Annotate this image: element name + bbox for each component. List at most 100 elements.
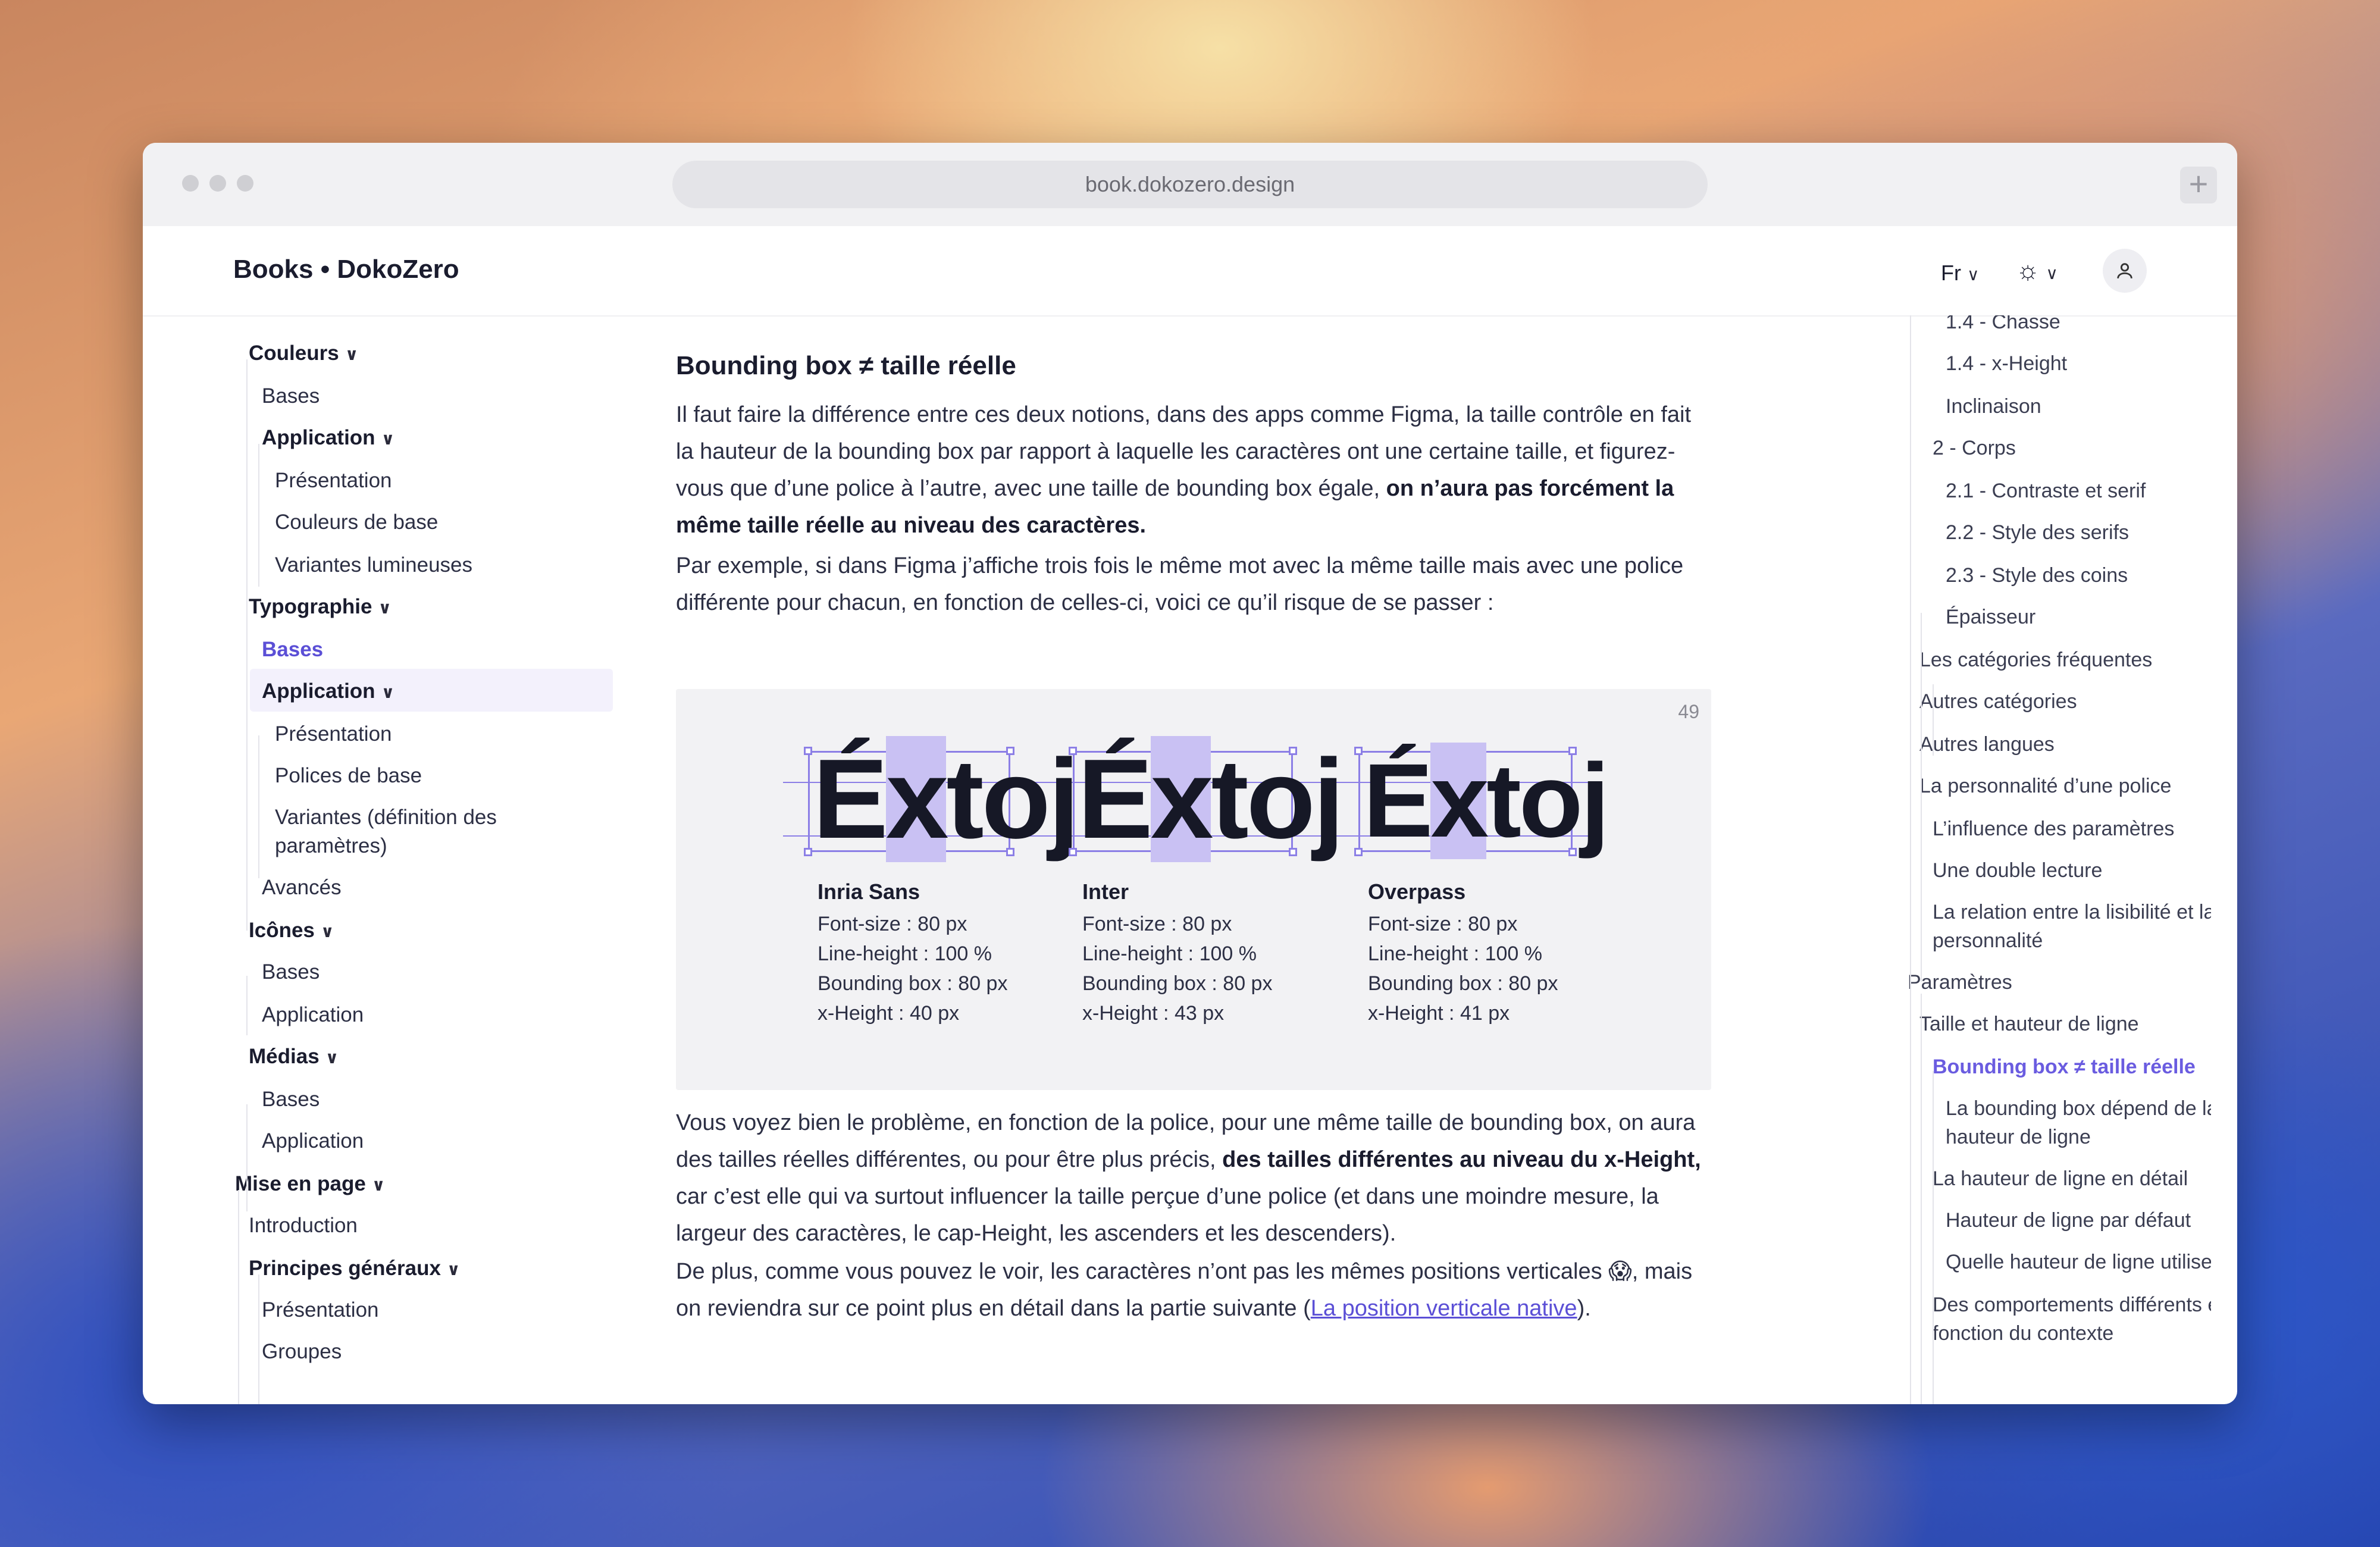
sidebar-item-label: Application — [262, 426, 375, 449]
sidebar-item[interactable]: Couleurs ∨ — [249, 342, 358, 365]
sidebar-item[interactable]: Application ∨ — [262, 679, 394, 703]
toc-item[interactable]: personnalité — [1933, 929, 2043, 953]
sidebar-item-label: Application — [262, 1129, 364, 1153]
toc-item[interactable]: 2 - Corps — [1933, 437, 2016, 460]
sidebar-item-label: Couleurs — [249, 342, 339, 365]
sidebar-item-label: Couleurs de base — [275, 511, 439, 534]
url-bar[interactable]: book.dokozero.design — [672, 161, 1708, 208]
paragraph-2: Par exemple, si dans Figma j’affiche tro… — [676, 553, 1684, 615]
font-property: Font-size : 80 px — [1368, 913, 1518, 935]
plus-icon[interactable]: + — [2180, 167, 2217, 203]
sidebar-item[interactable]: Présentation — [262, 1298, 379, 1322]
sidebar-item[interactable]: Application ∨ — [262, 426, 394, 450]
word-prefix: É — [813, 736, 888, 862]
toc-item[interactable]: Des comportements différents en — [1933, 1294, 2211, 1317]
chevron-down-icon: ∨ — [325, 1048, 339, 1067]
window-maximize-dot[interactable] — [237, 175, 253, 192]
sidebar-item-label: Présentation — [262, 1298, 379, 1321]
user-icon[interactable] — [2103, 249, 2147, 293]
sidebar-item[interactable]: paramètres) — [275, 834, 387, 858]
toc-item[interactable]: 2.2 - Style des serifs — [1946, 521, 2129, 544]
sidebar-item-label: Médias — [249, 1045, 320, 1068]
figure-number: 49 — [1678, 701, 1699, 722]
toc-item[interactable]: Une double lecture — [1933, 859, 2102, 882]
resize-handle — [1069, 848, 1077, 856]
chevron-down-icon: ∨ — [320, 922, 334, 941]
sidebar-item[interactable]: Application — [262, 1003, 364, 1027]
sidebar-item[interactable]: Présentation — [275, 469, 392, 493]
link-vertical-position[interactable]: La position verticale native — [1311, 1296, 1577, 1321]
resize-handle — [1354, 747, 1363, 755]
toc-item[interactable]: La hauteur de ligne en détail — [1933, 1167, 2188, 1191]
toc-item[interactable]: Quelle hauteur de ligne utiliser — [1946, 1251, 2211, 1274]
chevron-down-icon: ∨ — [1966, 265, 1980, 284]
nav-tree-line — [258, 1274, 259, 1404]
sidebar-item-label: Application — [262, 679, 375, 703]
toc-tree-line — [1921, 613, 1922, 982]
toc-tree-line — [1933, 684, 1934, 756]
toc-item[interactable]: Les catégories fréquentes — [1919, 649, 2152, 672]
toc-item[interactable]: Autres catégories — [1919, 690, 2077, 713]
toc-item[interactable]: 2.1 - Contraste et serif — [1946, 480, 2146, 503]
toc-item[interactable]: Taille et hauteur de ligne — [1919, 1013, 2139, 1036]
font-name: Inter — [1082, 879, 1129, 904]
sidebar-item[interactable]: Bases — [262, 638, 323, 662]
site-brand[interactable]: Books • DokoZero — [233, 255, 459, 284]
sidebar-item[interactable]: Bases — [262, 960, 320, 984]
toc-item[interactable]: La relation entre la lisibilité et la — [1933, 901, 2211, 924]
toc-item[interactable]: Inclinaison — [1946, 395, 2041, 418]
sidebar-item-label: Avancés — [262, 876, 342, 899]
sidebar-item[interactable]: Polices de base — [275, 764, 422, 788]
toc-item[interactable]: 1.4 - Chasse — [1946, 315, 2060, 334]
toc-item[interactable]: 1.4 - x-Height — [1946, 352, 2067, 375]
font-name: Overpass — [1368, 879, 1466, 904]
sidebar-item[interactable]: Groupes — [262, 1340, 342, 1364]
toc-item[interactable]: Hauteur de ligne par défaut — [1946, 1209, 2191, 1232]
toc-item[interactable]: Autres langues — [1919, 733, 2055, 756]
sidebar-item[interactable]: Mise en page ∨ — [235, 1172, 386, 1196]
sidebar-item[interactable]: Typographie ∨ — [249, 595, 392, 619]
toc-item[interactable]: Épaisseur — [1946, 606, 2035, 629]
chevron-down-icon: ∨ — [381, 430, 395, 448]
nav-tree-line — [246, 359, 248, 931]
sidebar-item[interactable]: Couleurs de base — [275, 511, 438, 534]
sidebar-item-label: Polices de base — [275, 764, 422, 787]
toc-item[interactable]: 2.3 - Style des coins — [1946, 564, 2128, 587]
toc-item[interactable]: La personnalité d’une police — [1919, 775, 2171, 798]
toc-item[interactable]: La bounding box dépend de la — [1946, 1097, 2211, 1120]
sidebar-item[interactable]: Introduction — [249, 1214, 358, 1238]
sidebar-item[interactable]: Application — [262, 1129, 364, 1153]
sidebar-item-label: Variantes lumineuses — [275, 553, 473, 577]
sidebar-item[interactable]: Icônes ∨ — [249, 919, 334, 942]
chevron-down-icon: ∨ — [381, 683, 395, 702]
resize-handle — [804, 747, 812, 755]
sidebar-item-label: Présentation — [275, 469, 392, 492]
language-label: Fr — [1941, 261, 1961, 285]
language-selector[interactable]: Fr ∨ — [1941, 261, 1979, 286]
sidebar-item[interactable]: Principes généraux ∨ — [249, 1257, 461, 1280]
sidebar-item[interactable]: Variantes lumineuses — [275, 553, 472, 577]
font-name: Inria Sans — [818, 879, 920, 904]
sidebar-item[interactable]: Avancés — [262, 876, 342, 900]
theme-selector[interactable]: ☼ ∨ — [2016, 256, 2058, 286]
figure-bounding-box-comparison: 49 Éxtoj Inria Sans Font-size : 80 px Line-… — [676, 689, 1711, 1090]
toc-item[interactable]: Bounding box ≠ taille réelle — [1933, 1056, 2196, 1079]
sidebar-item[interactable]: Présentation — [275, 722, 392, 746]
chevron-down-icon: ∨ — [371, 1176, 386, 1194]
window-close-dot[interactable] — [182, 175, 199, 192]
sidebar-item[interactable]: Bases — [262, 1088, 320, 1111]
left-sidebar-nav: Couleurs ∨ Bases Application ∨ Présentation Co… — [143, 315, 631, 1404]
sidebar-item[interactable]: Variantes (définition des — [275, 806, 497, 829]
toc-item[interactable]: hauteur de ligne — [1946, 1126, 2091, 1149]
sidebar-item-label: Typographie — [249, 595, 372, 618]
word-suffix: toj — [1211, 736, 1344, 862]
sidebar-item[interactable]: Médias ∨ — [249, 1045, 339, 1069]
font-property: x-Height : 41 px — [1368, 1002, 1510, 1025]
window-minimize-dot[interactable] — [209, 175, 226, 192]
toc-item[interactable]: Paramètres — [1908, 971, 2012, 994]
toc-item[interactable]: L’influence des paramètres — [1933, 818, 2174, 841]
sidebar-item[interactable]: Bases — [262, 384, 320, 408]
toc-tree-line — [1921, 994, 1922, 1404]
sample-word: Éxtoj — [1363, 743, 1609, 859]
toc-item[interactable]: fonction du contexte — [1933, 1322, 2113, 1345]
